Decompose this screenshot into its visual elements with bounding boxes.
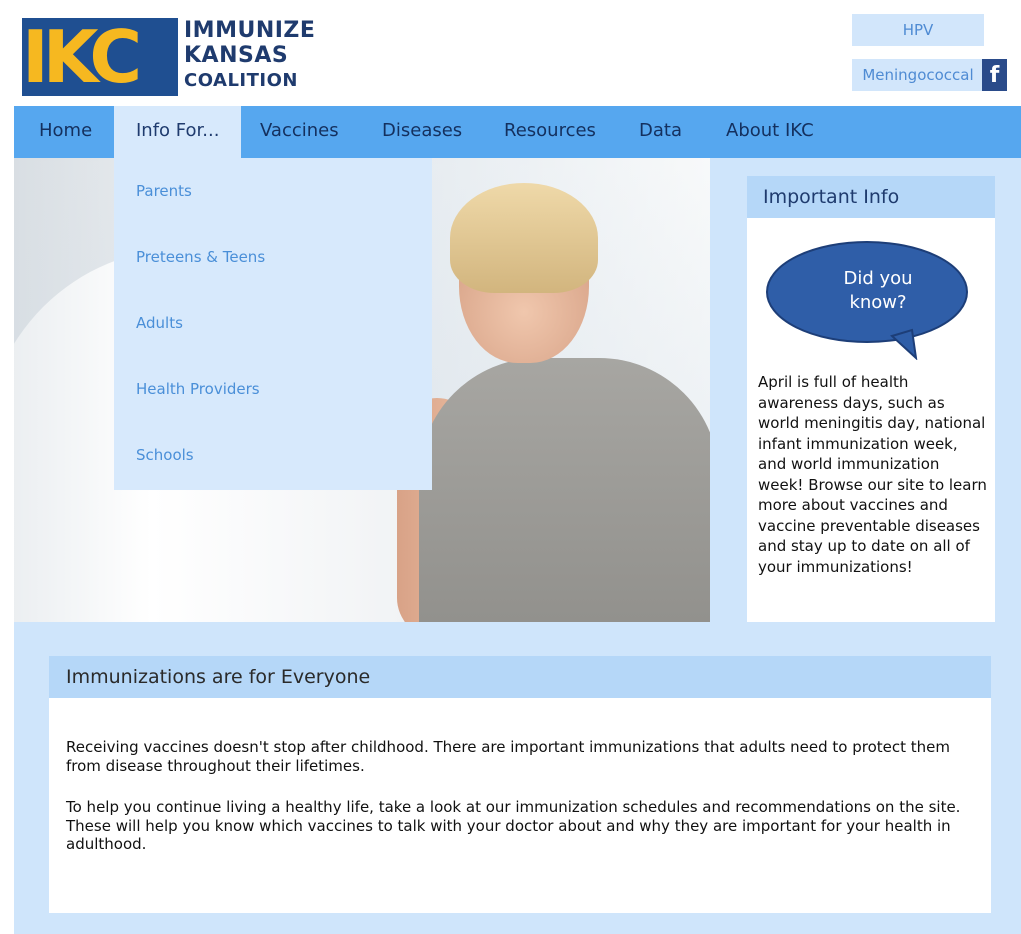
bubble-line-1: Did you xyxy=(843,268,913,289)
logo-line-immunize: IMMUNIZE xyxy=(184,18,316,43)
dropdown-item-preteens-teens[interactable]: Preteens & Teens xyxy=(136,248,265,266)
hpv-link[interactable]: HPV xyxy=(852,14,984,46)
bubble-text: Did you know? xyxy=(798,267,958,315)
nav-about-ikc[interactable]: About IKC xyxy=(726,106,814,158)
meningococcal-link[interactable]: Meningococcal xyxy=(852,59,984,91)
nav-vaccines[interactable]: Vaccines xyxy=(260,106,339,158)
main-nav: Home Info For... Vaccines Diseases Resou… xyxy=(14,106,1021,158)
logo-line-kansas: KANSAS xyxy=(184,43,289,68)
important-info-heading: Important Info xyxy=(747,176,995,218)
dropdown-item-adults[interactable]: Adults xyxy=(136,314,183,332)
nav-info-for[interactable]: Info For... xyxy=(114,106,242,158)
important-info-text: April is full of health awareness days, … xyxy=(758,373,987,576)
dropdown-item-health-providers[interactable]: Health Providers xyxy=(136,380,260,398)
main-section-heading: Immunizations are for Everyone xyxy=(49,656,991,698)
bubble-line-2: know? xyxy=(849,292,907,313)
dropdown-item-schools[interactable]: Schools xyxy=(136,446,194,464)
logo-line-coalition: COALITION xyxy=(184,70,298,91)
hero-woman-body xyxy=(419,358,710,622)
info-for-dropdown: Parents Preteens & Teens Adults Health P… xyxy=(114,158,432,490)
main-paragraph-2: To help you continue living a healthy li… xyxy=(66,798,961,853)
nav-resources[interactable]: Resources xyxy=(504,106,596,158)
facebook-icon[interactable]: f xyxy=(982,59,1007,91)
main-paragraph-1: Receiving vaccines doesn't stop after ch… xyxy=(66,738,950,775)
dropdown-item-parents[interactable]: Parents xyxy=(136,182,192,200)
ikc-logo[interactable]: IKC xyxy=(22,18,178,96)
nav-diseases[interactable]: Diseases xyxy=(382,106,462,158)
nav-data[interactable]: Data xyxy=(639,106,682,158)
nav-home[interactable]: Home xyxy=(39,106,92,158)
logo-letters: IKC xyxy=(22,18,142,96)
hero-woman-hair xyxy=(450,183,598,293)
logo-wordmark[interactable]: IMMUNIZE KANSAS COALITION xyxy=(184,18,315,93)
